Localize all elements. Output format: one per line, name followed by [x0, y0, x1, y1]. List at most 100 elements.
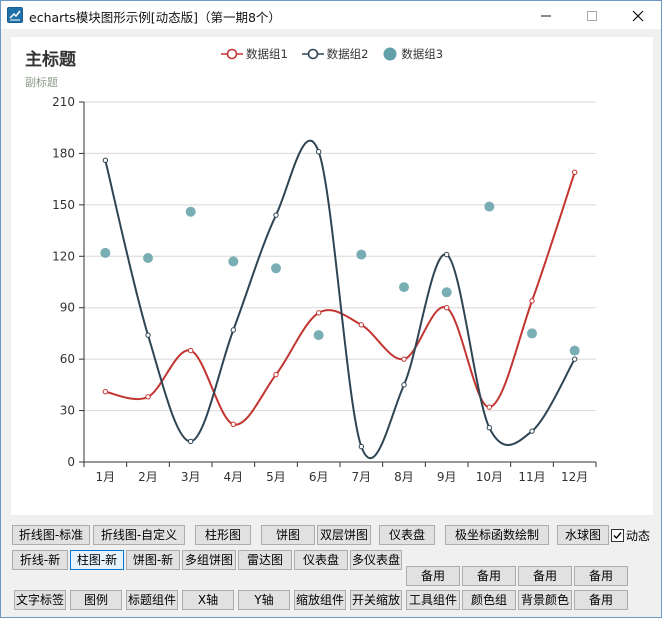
x-tick-label: 7月 [352, 470, 372, 484]
x-tick-label: 4月 [224, 470, 244, 484]
data-point-series-2 [273, 212, 279, 218]
legend-item-series-1[interactable]: 数据组1 [221, 46, 288, 62]
data-point-series-1 [529, 298, 535, 304]
scatter-point-series-3 [527, 328, 537, 339]
btn-spare-1[interactable]: 备用 [406, 566, 460, 586]
x-tick-label: 6月 [309, 470, 329, 484]
data-point-series-2 [145, 332, 151, 338]
data-point-series-2 [529, 428, 535, 434]
app-icon [7, 7, 23, 23]
btn-line-custom[interactable]: 折线图-自定义 [93, 525, 185, 545]
scatter-point-series-3 [569, 345, 580, 356]
data-point-series-1 [315, 310, 322, 316]
legend-item-series-3[interactable]: 数据组3 [382, 46, 443, 62]
btn-gauge-2[interactable]: 仪表盘 [294, 550, 348, 570]
btn-y-axis[interactable]: Y轴 [238, 590, 290, 610]
chart-subtitle: 副标题 [25, 76, 58, 89]
scatter-point-series-3 [143, 253, 153, 263]
btn-toolbox[interactable]: 工具组件 [406, 590, 460, 610]
y-tick-label: 30 [60, 404, 75, 418]
btn-legend[interactable]: 图例 [70, 590, 122, 610]
y-tick-label: 210 [52, 95, 75, 109]
data-point-series-2 [571, 356, 578, 362]
btn-multi-pie[interactable]: 多组饼图 [182, 550, 236, 570]
data-point-series-1 [187, 347, 194, 354]
x-tick-label: 5月 [266, 470, 286, 484]
data-point-series-1 [571, 169, 578, 175]
data-point-series-1 [443, 305, 450, 311]
scatter-point-series-3 [271, 263, 281, 274]
line-chart: 0 30 60 90 120 150 180 210 1月 2月 3月 4月 5月 6月 7月 8月 9月 10月… [52, 95, 597, 484]
data-point-series-2 [443, 251, 450, 258]
btn-bar[interactable]: 柱形图 [195, 525, 251, 545]
x-tick-label: 1月 [96, 470, 116, 484]
btn-color-group[interactable]: 颜色组 [462, 590, 516, 610]
btn-spare-3[interactable]: 备用 [518, 566, 572, 586]
data-point-series-1 [230, 421, 237, 427]
btn-double-pie[interactable]: 双层饼图 [317, 525, 371, 545]
minimize-button[interactable] [523, 1, 569, 29]
checkbox-box[interactable] [611, 529, 624, 542]
scatter-point-series-3 [100, 247, 111, 258]
btn-radar[interactable]: 雷达图 [238, 550, 292, 570]
scatter-point-series-3 [185, 206, 196, 217]
btn-pie-new[interactable]: 饼图-新 [126, 550, 180, 570]
btn-spare-2[interactable]: 备用 [462, 566, 516, 586]
y-tick-label: 120 [52, 249, 75, 263]
btn-bar-new[interactable]: 柱图-新 [70, 550, 124, 570]
data-point-series-1 [486, 404, 493, 410]
btn-pie[interactable]: 饼图 [261, 525, 315, 545]
legend-item-series-2[interactable]: 数据组2 [301, 46, 368, 62]
maximize-icon [587, 11, 597, 21]
scatter-point-series-3 [441, 287, 452, 298]
btn-x-axis[interactable]: X轴 [182, 590, 234, 610]
btn-liquid-fill[interactable]: 水球图 [557, 525, 609, 545]
btn-gauge[interactable]: 仪表盘 [379, 525, 435, 545]
data-point-series-1 [273, 371, 279, 378]
btn-spare-4[interactable]: 备用 [574, 566, 628, 586]
legend-label: 数据组1 [246, 47, 288, 61]
data-point-series-2 [358, 443, 365, 450]
close-button[interactable] [615, 1, 661, 29]
x-tick-label: 9月 [437, 470, 457, 484]
legend-label: 数据组3 [401, 47, 444, 61]
x-tick-label: 8月 [394, 470, 414, 484]
checkbox-label: 动态 [626, 529, 651, 543]
scatter-point-series-3 [399, 282, 409, 293]
data-point-series-2 [102, 157, 109, 163]
check-icon [613, 532, 622, 540]
scatter-point-series-3 [484, 201, 495, 212]
btn-toggle-zoom[interactable]: 开关缩放 [350, 590, 402, 610]
btn-line-standard[interactable]: 折线图-标准 [12, 525, 90, 545]
chart-legend: 数据组1 数据组2 数据组3 [221, 46, 453, 62]
data-point-series-2 [187, 438, 194, 445]
btn-zoom-component[interactable]: 缩放组件 [294, 590, 346, 610]
maximize-button[interactable] [569, 1, 615, 29]
data-point-series-2 [230, 327, 237, 333]
btn-multi-gauge[interactable]: 多仪表盘 [350, 550, 402, 570]
btn-polar-function[interactable]: 极坐标函数绘制 [445, 525, 549, 545]
data-point-series-1 [145, 394, 151, 400]
y-tick-label: 150 [52, 198, 75, 212]
scatter-point-series-3 [228, 256, 239, 267]
btn-spare-5[interactable]: 备用 [574, 590, 628, 610]
btn-line-new[interactable]: 折线-新 [12, 550, 68, 570]
btn-text-label[interactable]: 文字标签 [14, 590, 66, 610]
x-tick-label: 2月 [138, 470, 158, 484]
scatter-point-series-3 [356, 249, 367, 260]
app-window: echarts模块图形示例[动态版]（第一期8个） 0 30 60 90 120 150 1… [0, 0, 662, 618]
y-tick-label: 180 [52, 146, 75, 160]
btn-title-component[interactable]: 标题组件 [126, 590, 178, 610]
data-point-series-1 [102, 389, 109, 395]
data-point-series-2 [486, 425, 493, 431]
scatter-point-series-3 [313, 330, 324, 341]
data-point-series-1 [358, 322, 365, 328]
dynamic-checkbox[interactable]: 动态 [611, 527, 650, 543]
chart-title: 主标题 [25, 50, 76, 70]
window-title: echarts模块图形示例[动态版]（第一期8个） [29, 10, 281, 25]
y-tick-label: 90 [60, 301, 75, 315]
data-point-series-2 [401, 382, 407, 388]
x-tick-label: 11月 [518, 470, 545, 484]
btn-bg-color[interactable]: 背景颜色 [518, 590, 572, 610]
minimize-icon [541, 15, 551, 17]
